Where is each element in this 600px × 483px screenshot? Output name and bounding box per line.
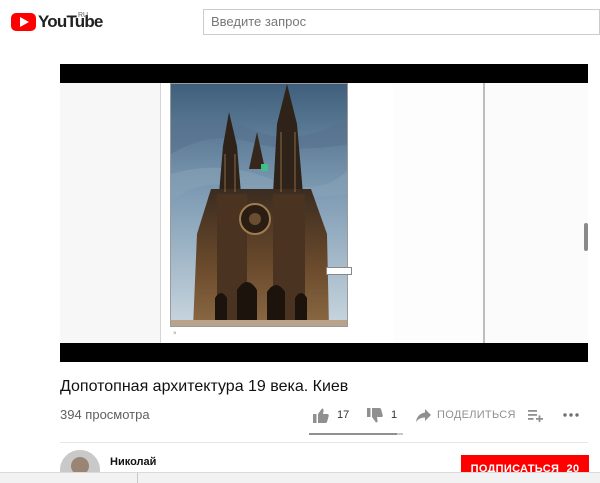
- dislike-count: 1: [391, 409, 398, 421]
- image-resize-handle: [326, 267, 352, 275]
- view-count: 394 просмотра: [60, 407, 150, 422]
- close-icon: ×: [173, 331, 177, 337]
- channel-name[interactable]: Николай: [110, 456, 156, 468]
- like-icon: [313, 408, 329, 423]
- dislike-button[interactable]: 1: [367, 404, 397, 426]
- video-title: Допотопная архитектура 19 века. Киев: [60, 378, 349, 395]
- youtube-play-icon: [11, 13, 36, 31]
- youtube-watch-page: YouTube RU Введите запрос × Допотопная а…: [0, 0, 600, 483]
- sentiment-bar-fill: [309, 433, 398, 435]
- cathedral-photo: [170, 83, 348, 327]
- share-label: ПОДЕЛИТЬСЯ: [437, 409, 516, 421]
- like-button[interactable]: 17: [313, 404, 349, 426]
- dislike-icon: [367, 407, 383, 422]
- document-page-edge: [483, 83, 588, 343]
- share-button[interactable]: ПОДЕЛИТЬСЯ: [416, 404, 516, 426]
- logo-text: YouTube: [38, 12, 103, 31]
- document-scrollbar: [584, 223, 588, 251]
- more-actions-button[interactable]: [563, 404, 579, 426]
- add-to-playlist-button[interactable]: [528, 404, 543, 426]
- logo-region: RU: [78, 12, 89, 19]
- document-page-right: [393, 83, 484, 343]
- youtube-logo[interactable]: YouTube: [11, 11, 103, 33]
- add-to-playlist-icon: [528, 409, 543, 422]
- divider: [60, 442, 588, 443]
- search-input[interactable]: Введите запрос: [203, 9, 600, 35]
- video-player[interactable]: ×: [60, 64, 588, 362]
- share-icon: [416, 408, 431, 422]
- status-bar: [0, 472, 600, 483]
- video-frame: ×: [60, 83, 588, 343]
- sentiment-bar: [309, 433, 403, 435]
- masthead: YouTube RU Введите запрос: [0, 0, 600, 44]
- like-count: 17: [337, 409, 350, 421]
- status-bar-separator: [137, 473, 138, 483]
- more-icon: [563, 413, 579, 417]
